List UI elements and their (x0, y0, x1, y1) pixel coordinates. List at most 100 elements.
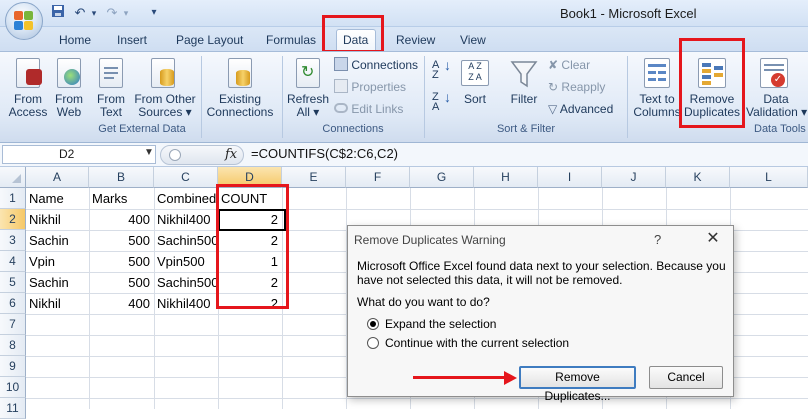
column-header-h[interactable]: H (474, 167, 538, 188)
table-cell[interactable]: Nikhil400 (154, 209, 218, 230)
tab-page-layout[interactable]: Page Layout (176, 31, 243, 49)
row-header-3[interactable]: 3 (0, 230, 26, 251)
annotation-arrow (413, 376, 507, 379)
data-validation-button[interactable]: ✓ Data Validation ▾ (746, 56, 808, 120)
help-icon[interactable]: ? (654, 232, 661, 247)
filter-button[interactable]: Filter (506, 56, 542, 120)
column-header-c[interactable]: C (154, 167, 218, 188)
row-header-1[interactable]: 1 (0, 188, 26, 209)
column-header-b[interactable]: B (89, 167, 154, 188)
edit-links-button[interactable]: Edit Links (334, 101, 403, 117)
close-icon[interactable]: ✕ (700, 228, 726, 250)
table-cell[interactable]: Nikhil (26, 209, 89, 230)
ribbon-separator (282, 56, 283, 138)
expand-selection-option[interactable]: Expand the selection (367, 317, 567, 333)
formula-input[interactable]: =COUNTIFS(C$2:C6,C2) (251, 146, 398, 161)
continue-selection-option[interactable]: Continue with the current selection (367, 336, 607, 352)
from-text-button[interactable]: From Text (92, 56, 130, 120)
database-icon (151, 58, 175, 88)
save-icon[interactable] (50, 4, 66, 22)
tab-home[interactable]: Home (59, 31, 91, 49)
expand-selection-radio[interactable] (367, 318, 379, 330)
cell-b1[interactable]: Marks (89, 188, 154, 209)
row-header-10[interactable]: 10 (0, 377, 26, 398)
customize-qat-icon[interactable]: ▾ (146, 4, 162, 22)
table-cell[interactable]: Nikhil400 (154, 293, 218, 314)
column-header-f[interactable]: F (346, 167, 410, 188)
row-header-8[interactable]: 8 (0, 335, 26, 356)
text-to-columns-icon (644, 58, 670, 88)
annotation-arrow-head (504, 371, 517, 385)
text-to-columns-button[interactable]: Text to Columns (632, 56, 682, 120)
existing-connections-label: Existing Connections (206, 92, 274, 119)
tab-insert[interactable]: Insert (117, 31, 147, 49)
tab-formulas[interactable]: Formulas (266, 31, 316, 49)
refresh-icon: ↻ (296, 58, 320, 88)
table-cell[interactable]: 400 (89, 209, 154, 230)
column-header-g[interactable]: G (410, 167, 474, 188)
column-header-l[interactable]: L (730, 167, 808, 188)
continue-selection-label: Continue with the current selection (385, 336, 570, 350)
clear-button[interactable]: ✘ Clear (548, 57, 590, 73)
connections-button[interactable]: Connections (334, 57, 418, 73)
from-access-button[interactable]: From Access (8, 56, 48, 120)
cancel-button[interactable]: Cancel (649, 366, 723, 389)
column-header-k[interactable]: K (666, 167, 730, 188)
continue-selection-radio[interactable] (367, 337, 379, 349)
table-cell[interactable]: 500 (89, 251, 154, 272)
redo-dropdown-icon[interactable]: ▾ (118, 4, 134, 22)
column-header-i[interactable]: I (538, 167, 602, 188)
from-text-label: From Text (97, 92, 125, 119)
name-box[interactable]: D2 (2, 145, 156, 164)
table-cell[interactable]: Sachin (26, 272, 89, 293)
tab-view[interactable]: View (460, 31, 486, 49)
remove-duplicates-warning-dialog: Remove Duplicates Warning ? ✕ Microsoft … (347, 225, 734, 403)
properties-button[interactable]: Properties (334, 79, 406, 95)
table-cell[interactable]: Vpin500 (154, 251, 218, 272)
edit-links-icon (334, 103, 348, 113)
name-box-dropdown-icon[interactable]: ▼ (144, 147, 154, 158)
office-button[interactable] (5, 2, 43, 40)
insert-function-icon[interactable]: fx (225, 147, 237, 162)
row-header-7[interactable]: 7 (0, 314, 26, 335)
undo-dropdown-icon[interactable]: ▾ (86, 4, 102, 22)
row-header-2[interactable]: 2 (0, 209, 26, 230)
existing-connections-icon (228, 58, 252, 88)
table-cell[interactable]: 400 (89, 293, 154, 314)
from-other-sources-button[interactable]: From Other Sources ▾ (133, 56, 197, 120)
tab-review[interactable]: Review (396, 31, 435, 49)
column-header-j[interactable]: J (602, 167, 666, 188)
table-cell[interactable]: Sachin (26, 230, 89, 251)
sort-button[interactable]: A ZZ A Sort (458, 56, 492, 120)
table-cell[interactable]: Nikhil (26, 293, 89, 314)
cell-a1[interactable]: Name (26, 188, 89, 209)
table-cell[interactable]: Vpin (26, 251, 89, 272)
table-cell[interactable]: Sachin500 (154, 272, 218, 293)
advanced-button[interactable]: ▽ Advanced (548, 101, 613, 117)
refresh-all-button[interactable]: ↻ Refresh All ▾ (286, 56, 330, 120)
row-header-6[interactable]: 6 (0, 293, 26, 314)
refresh-all-label: Refresh All ▾ (286, 92, 330, 119)
from-web-label: From Web (55, 92, 83, 119)
select-all-corner[interactable] (0, 167, 26, 188)
table-cell[interactable]: 500 (89, 230, 154, 251)
row-header-5[interactable]: 5 (0, 272, 26, 293)
reapply-button[interactable]: ↻ Reapply (548, 79, 605, 95)
remove-duplicates-confirm-button[interactable]: Remove Duplicates... (519, 366, 636, 403)
sort-z-to-a-icon[interactable]: Z A ↓ (432, 90, 452, 114)
column-header-e[interactable]: E (282, 167, 346, 188)
column-header-a[interactable]: A (26, 167, 89, 188)
sort-a-to-z-icon[interactable]: A Z ↓ (432, 58, 452, 82)
row-header-9[interactable]: 9 (0, 356, 26, 377)
formula-resize-handle[interactable] (169, 149, 181, 161)
clear-filter-icon: ✘ (548, 58, 559, 72)
sort-dialog-icon: A ZZ A (461, 60, 489, 86)
table-cell[interactable]: 500 (89, 272, 154, 293)
existing-connections-button[interactable]: Existing Connections (205, 56, 275, 120)
table-cell[interactable]: Sachin500 (154, 230, 218, 251)
sort-label: Sort (463, 92, 486, 106)
data-validation-label: Data Validation ▾ (746, 92, 808, 119)
from-web-button[interactable]: From Web (51, 56, 87, 120)
row-header-4[interactable]: 4 (0, 251, 26, 272)
cell-c1[interactable]: Combined (154, 188, 218, 209)
